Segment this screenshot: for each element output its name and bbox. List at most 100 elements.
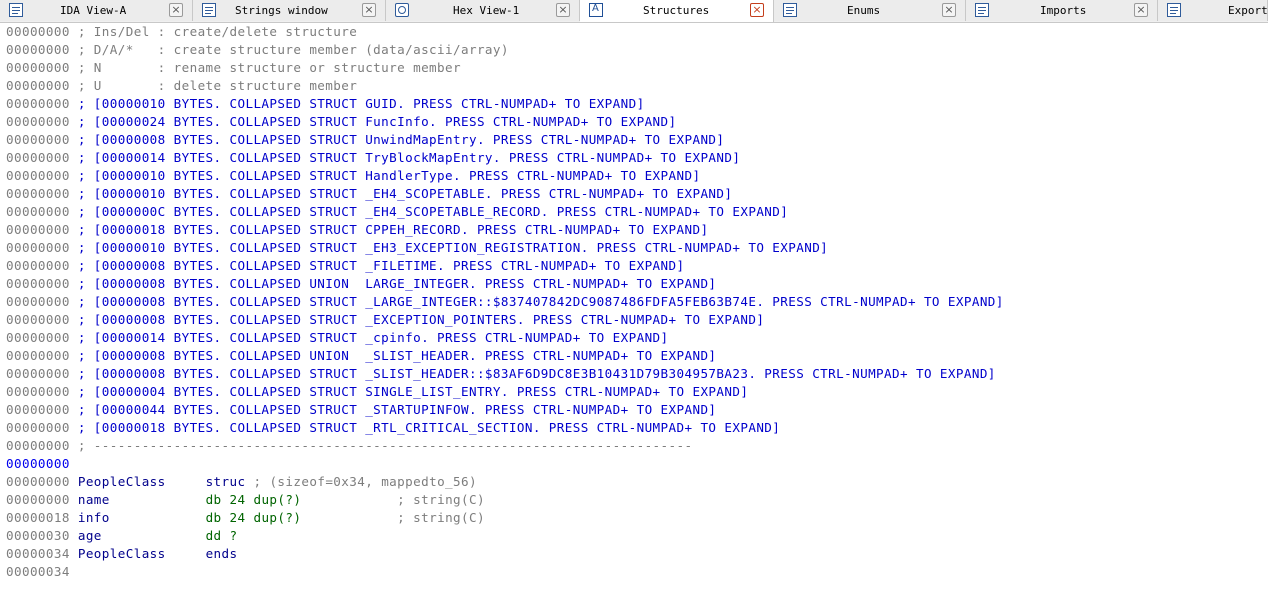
tab-imports[interactable]: Imports × <box>966 0 1158 21</box>
struct-name[interactable]: PeopleClass <box>78 546 166 561</box>
end-line[interactable]: 00000034 <box>6 563 70 581</box>
structures-icon: A <box>589 3 603 17</box>
close-icon[interactable]: × <box>169 3 183 17</box>
line-address: 00000000 <box>6 168 70 183</box>
tab-exports[interactable]: Exports <box>1158 0 1268 21</box>
collapsed-struct-text[interactable]: ; [00000008 BYTES. COLLAPSED STRUCT _FIL… <box>78 258 685 273</box>
collapsed-struct-text[interactable]: ; [00000008 BYTES. COLLAPSED STRUCT Unwi… <box>78 132 725 147</box>
tab-label: Imports <box>1040 4 1087 17</box>
line-address: 00000000 <box>6 60 70 75</box>
collapsed-struct-line[interactable]: 00000000 ; [0000000C BYTES. COLLAPSED ST… <box>6 203 788 221</box>
line-address: 00000000 <box>6 438 70 453</box>
member-name[interactable]: info <box>78 510 110 525</box>
close-icon[interactable]: × <box>362 3 376 17</box>
cursor-line[interactable]: 00000000 <box>6 455 70 473</box>
separator-line[interactable]: 00000000 ; -----------------------------… <box>6 437 692 455</box>
tab-hex-view-1[interactable]: Hex View-1 × <box>386 0 580 21</box>
collapsed-struct-text[interactable]: ; [00000008 BYTES. COLLAPSED STRUCT _EXC… <box>78 312 764 327</box>
member-definition: db 24 dup(?) <box>205 510 302 525</box>
collapsed-struct-line[interactable]: 00000000 ; [00000014 BYTES. COLLAPSED ST… <box>6 149 740 167</box>
struct-name[interactable]: PeopleClass <box>78 474 166 489</box>
collapsed-struct-line[interactable]: 00000000 ; [00000004 BYTES. COLLAPSED ST… <box>6 383 748 401</box>
close-icon[interactable]: × <box>942 3 956 17</box>
line-address: 00000000 <box>6 312 70 327</box>
help-line[interactable]: 00000000 ; U : delete structure member <box>6 77 357 95</box>
line-address: 00000000 <box>6 276 70 291</box>
collapsed-struct-line[interactable]: 00000000 ; [00000008 BYTES. COLLAPSED ST… <box>6 311 764 329</box>
close-icon[interactable]: × <box>1134 3 1148 17</box>
line-address: 00000000 <box>6 492 70 507</box>
tab-label: Enums <box>847 4 881 17</box>
collapsed-struct-text[interactable]: ; [00000018 BYTES. COLLAPSED STRUCT _RTL… <box>78 420 780 435</box>
tab-ida-view-a[interactable]: IDA View-A × <box>0 0 193 21</box>
collapsed-struct-text[interactable]: ; [00000004 BYTES. COLLAPSED STRUCT SING… <box>78 384 749 399</box>
collapsed-struct-line[interactable]: 00000000 ; [00000018 BYTES. COLLAPSED ST… <box>6 419 780 437</box>
collapsed-struct-text[interactable]: ; [00000008 BYTES. COLLAPSED UNION _SLIS… <box>78 348 717 363</box>
struct-keyword: ends <box>205 546 238 561</box>
collapsed-struct-text[interactable]: ; [00000024 BYTES. COLLAPSED STRUCT Func… <box>78 114 677 129</box>
collapsed-struct-text[interactable]: ; [00000008 BYTES. COLLAPSED STRUCT _SLI… <box>78 366 996 381</box>
help-line[interactable]: 00000000 ; N : rename structure or struc… <box>6 59 461 77</box>
member-name[interactable]: name <box>78 492 110 507</box>
line-address: 00000030 <box>6 528 70 543</box>
collapsed-struct-line[interactable]: 00000000 ; [00000010 BYTES. COLLAPSED ST… <box>6 167 700 185</box>
collapsed-struct-text[interactable]: ; [00000014 BYTES. COLLAPSED STRUCT TryB… <box>78 150 741 165</box>
collapsed-struct-text[interactable]: ; [00000008 BYTES. COLLAPSED UNION LARGE… <box>78 276 717 291</box>
collapsed-struct-line[interactable]: 00000000 ; [00000008 BYTES. COLLAPSED ST… <box>6 257 684 275</box>
line-address: 00000000 <box>6 150 70 165</box>
collapsed-struct-text[interactable]: ; [00000014 BYTES. COLLAPSED STRUCT _cpi… <box>78 330 669 345</box>
collapsed-struct-line[interactable]: 00000000 ; [00000010 BYTES. COLLAPSED ST… <box>6 185 732 203</box>
struct-footer-line[interactable]: 00000034 PeopleClass ends <box>6 545 238 563</box>
collapsed-struct-line[interactable]: 00000000 ; [00000008 BYTES. COLLAPSED ST… <box>6 365 996 383</box>
collapsed-struct-text[interactable]: ; [00000010 BYTES. COLLAPSED STRUCT _EH3… <box>78 240 828 255</box>
help-line[interactable]: 00000000 ; Ins/Del : create/delete struc… <box>6 23 357 41</box>
collapsed-struct-text[interactable]: ; [0000000C BYTES. COLLAPSED STRUCT _EH4… <box>78 204 788 219</box>
ida-view-icon <box>9 3 23 17</box>
strings-icon <box>202 3 216 17</box>
collapsed-struct-text[interactable]: ; [00000008 BYTES. COLLAPSED STRUCT _LAR… <box>78 294 1004 309</box>
tab-structures[interactable]: A Structures × <box>580 0 774 22</box>
line-address: 00000000 <box>6 78 70 93</box>
collapsed-struct-text[interactable]: ; [00000010 BYTES. COLLAPSED STRUCT Hand… <box>78 168 701 183</box>
line-address: 00000000 <box>6 330 70 345</box>
line-address: 00000000 <box>6 474 70 489</box>
member-definition: dd ? <box>205 528 238 543</box>
help-comment: ; N : rename structure or structure memb… <box>77 60 461 75</box>
close-icon[interactable]: × <box>556 3 570 17</box>
collapsed-struct-text[interactable]: ; [00000010 BYTES. COLLAPSED STRUCT _EH4… <box>78 186 733 201</box>
tab-enums[interactable]: Enums × <box>774 0 966 21</box>
line-address: 00000000 <box>6 114 70 129</box>
collapsed-struct-line[interactable]: 00000000 ; [00000024 BYTES. COLLAPSED ST… <box>6 113 677 131</box>
collapsed-struct-line[interactable]: 00000000 ; [00000008 BYTES. COLLAPSED UN… <box>6 275 716 293</box>
line-address: 00000000 <box>6 96 70 111</box>
line-address: 00000000 <box>6 366 70 381</box>
struct-member-line[interactable]: 00000030 age dd ? <box>6 527 238 545</box>
collapsed-struct-text[interactable]: ; [00000018 BYTES. COLLAPSED STRUCT CPPE… <box>78 222 709 237</box>
collapsed-struct-line[interactable]: 00000000 ; [00000014 BYTES. COLLAPSED ST… <box>6 329 669 347</box>
collapsed-struct-line[interactable]: 00000000 ; [00000018 BYTES. COLLAPSED ST… <box>6 221 708 239</box>
collapsed-struct-line[interactable]: 00000000 ; [00000010 BYTES. COLLAPSED ST… <box>6 239 828 257</box>
struct-member-line[interactable]: 00000000 name db 24 dup(?) ; string(C) <box>6 491 485 509</box>
member-name[interactable]: age <box>78 528 102 543</box>
collapsed-struct-line[interactable]: 00000000 ; [00000008 BYTES. COLLAPSED ST… <box>6 293 1004 311</box>
collapsed-struct-line[interactable]: 00000000 ; [00000044 BYTES. COLLAPSED ST… <box>6 401 716 419</box>
help-line[interactable]: 00000000 ; D/A/* : create structure memb… <box>6 41 509 59</box>
member-comment: ; string(C) <box>397 492 485 507</box>
collapsed-struct-text[interactable]: ; [00000010 BYTES. COLLAPSED STRUCT GUID… <box>78 96 645 111</box>
close-icon[interactable]: × <box>750 3 764 17</box>
collapsed-struct-line[interactable]: 00000000 ; [00000008 BYTES. COLLAPSED UN… <box>6 347 716 365</box>
structures-listing[interactable]: 00000000 ; Ins/Del : create/delete struc… <box>0 23 1268 597</box>
hex-view-icon <box>395 3 409 17</box>
tab-strings-window[interactable]: Strings window × <box>193 0 386 21</box>
line-address: 00000000 <box>6 258 70 273</box>
collapsed-struct-line[interactable]: 00000000 ; [00000010 BYTES. COLLAPSED ST… <box>6 95 645 113</box>
line-address: 00000000 <box>6 240 70 255</box>
member-definition: db 24 dup(?) <box>205 492 302 507</box>
help-comment: ; D/A/* : create structure member (data/… <box>77 42 509 57</box>
tab-bar: IDA View-A × Strings window × Hex View-1 × A St… <box>0 0 1268 23</box>
struct-member-line[interactable]: 00000018 info db 24 dup(?) ; string(C) <box>6 509 485 527</box>
collapsed-struct-text[interactable]: ; [00000044 BYTES. COLLAPSED STRUCT _STA… <box>78 402 717 417</box>
struct-header-line[interactable]: 00000000 PeopleClass struc ; (sizeof=0x3… <box>6 473 477 491</box>
tab-label: Structures <box>643 4 710 17</box>
collapsed-struct-line[interactable]: 00000000 ; [00000008 BYTES. COLLAPSED ST… <box>6 131 724 149</box>
